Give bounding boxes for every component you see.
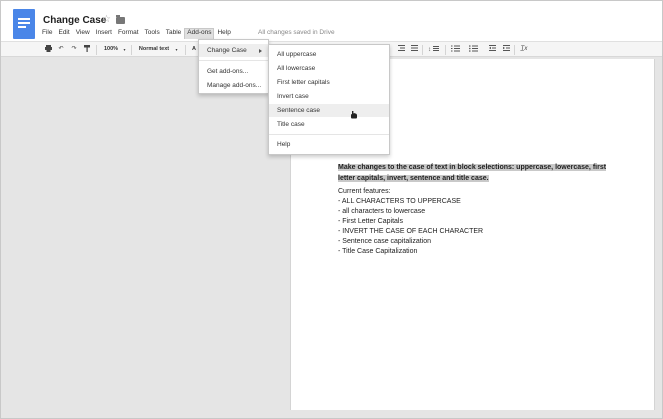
submenu-title-case[interactable]: Title case: [269, 118, 389, 131]
undo-icon[interactable]: ↶: [57, 45, 65, 54]
menu-edit[interactable]: Edit: [55, 28, 72, 39]
feature-item: - First Letter Capitals: [338, 218, 403, 225]
style-chevron-down-icon[interactable]: ▾: [174, 45, 179, 54]
menu-view[interactable]: View: [73, 28, 93, 39]
folder-icon[interactable]: [116, 15, 125, 24]
menu-file[interactable]: File: [39, 28, 55, 39]
submenu-arrow-icon: [259, 49, 262, 53]
align-right-icon[interactable]: [397, 45, 405, 54]
submenu-all-uppercase[interactable]: All uppercase: [269, 48, 389, 61]
intro-line-1: Make changes to the case of text in bloc…: [338, 164, 607, 171]
decrease-indent-icon[interactable]: [488, 45, 496, 54]
menu-format[interactable]: Format: [115, 28, 142, 39]
zoom-chevron-down-icon[interactable]: ▾: [122, 45, 127, 54]
submenu-first-letter-capitals[interactable]: First letter capitals: [269, 76, 389, 89]
submenu-all-lowercase[interactable]: All lowercase: [269, 62, 389, 75]
submenu-help[interactable]: Help: [269, 138, 389, 151]
menu-tools[interactable]: Tools: [142, 28, 163, 39]
menu-item-manage-addons[interactable]: Manage add-ons...: [199, 79, 268, 92]
docs-logo-icon[interactable]: [13, 9, 35, 39]
menu-item-label: Change Case: [207, 47, 247, 54]
menu-table[interactable]: Table: [163, 28, 185, 39]
document-title[interactable]: Change Case: [43, 15, 106, 26]
menubar: File Edit View Insert Format Tools Table…: [39, 28, 234, 39]
change-case-submenu: All uppercase All lowercase First letter…: [268, 44, 390, 155]
redo-icon[interactable]: ↷: [70, 45, 78, 54]
menu-item-get-addons[interactable]: Get add-ons...: [199, 65, 268, 78]
menu-addons[interactable]: Add-ons: [184, 28, 215, 39]
align-justify-icon[interactable]: [410, 45, 418, 54]
feature-item: - ALL CHARACTERS TO UPPERCASE: [338, 198, 461, 205]
menu-insert[interactable]: Insert: [93, 28, 115, 39]
svg-text:↕: ↕: [428, 47, 431, 52]
increase-indent-icon[interactable]: [502, 45, 510, 54]
addons-dropdown: Change Case Get add-ons... Manage add-on…: [198, 39, 269, 94]
save-status: All changes saved in Drive: [258, 29, 335, 36]
font-select[interactable]: A: [191, 45, 197, 54]
feature-item: - INVERT THE CASE OF EACH CHARACTER: [338, 228, 484, 235]
zoom-select[interactable]: 100%: [101, 45, 121, 54]
feature-item: - Sentence case capitalization: [338, 238, 431, 245]
clear-formatting-icon[interactable]: T̲x: [519, 45, 529, 54]
star-icon[interactable]: ☆: [102, 14, 111, 25]
menu-help[interactable]: Help: [214, 28, 233, 39]
paint-format-icon[interactable]: [83, 45, 91, 54]
feature-item: - all characters to lowercase: [338, 208, 426, 215]
bulleted-list-icon[interactable]: [468, 45, 480, 54]
line-spacing-icon[interactable]: ↕: [427, 45, 439, 54]
style-select[interactable]: Normal text: [136, 45, 172, 54]
print-icon[interactable]: [44, 45, 52, 54]
submenu-invert-case[interactable]: Invert case: [269, 90, 389, 103]
features-heading: Current features:: [338, 188, 391, 195]
header: Change Case ☆ File Edit View Insert Form…: [1, 1, 662, 41]
submenu-sentence-case[interactable]: Sentence case: [269, 104, 389, 117]
feature-item: - Title Case Capitalization: [338, 248, 418, 255]
numbered-list-icon[interactable]: [450, 45, 462, 54]
menu-item-change-case[interactable]: Change Case: [199, 44, 268, 57]
app-window: Change Case ☆ File Edit View Insert Form…: [0, 0, 663, 419]
hand-cursor-icon: [350, 106, 358, 119]
intro-line-2: letter capitals, invert, sentence and ti…: [338, 174, 489, 182]
document-body[interactable]: Make changes to the case of text in bloc…: [338, 163, 628, 257]
intro-paragraph[interactable]: Make changes to the case of text in bloc…: [338, 163, 628, 184]
